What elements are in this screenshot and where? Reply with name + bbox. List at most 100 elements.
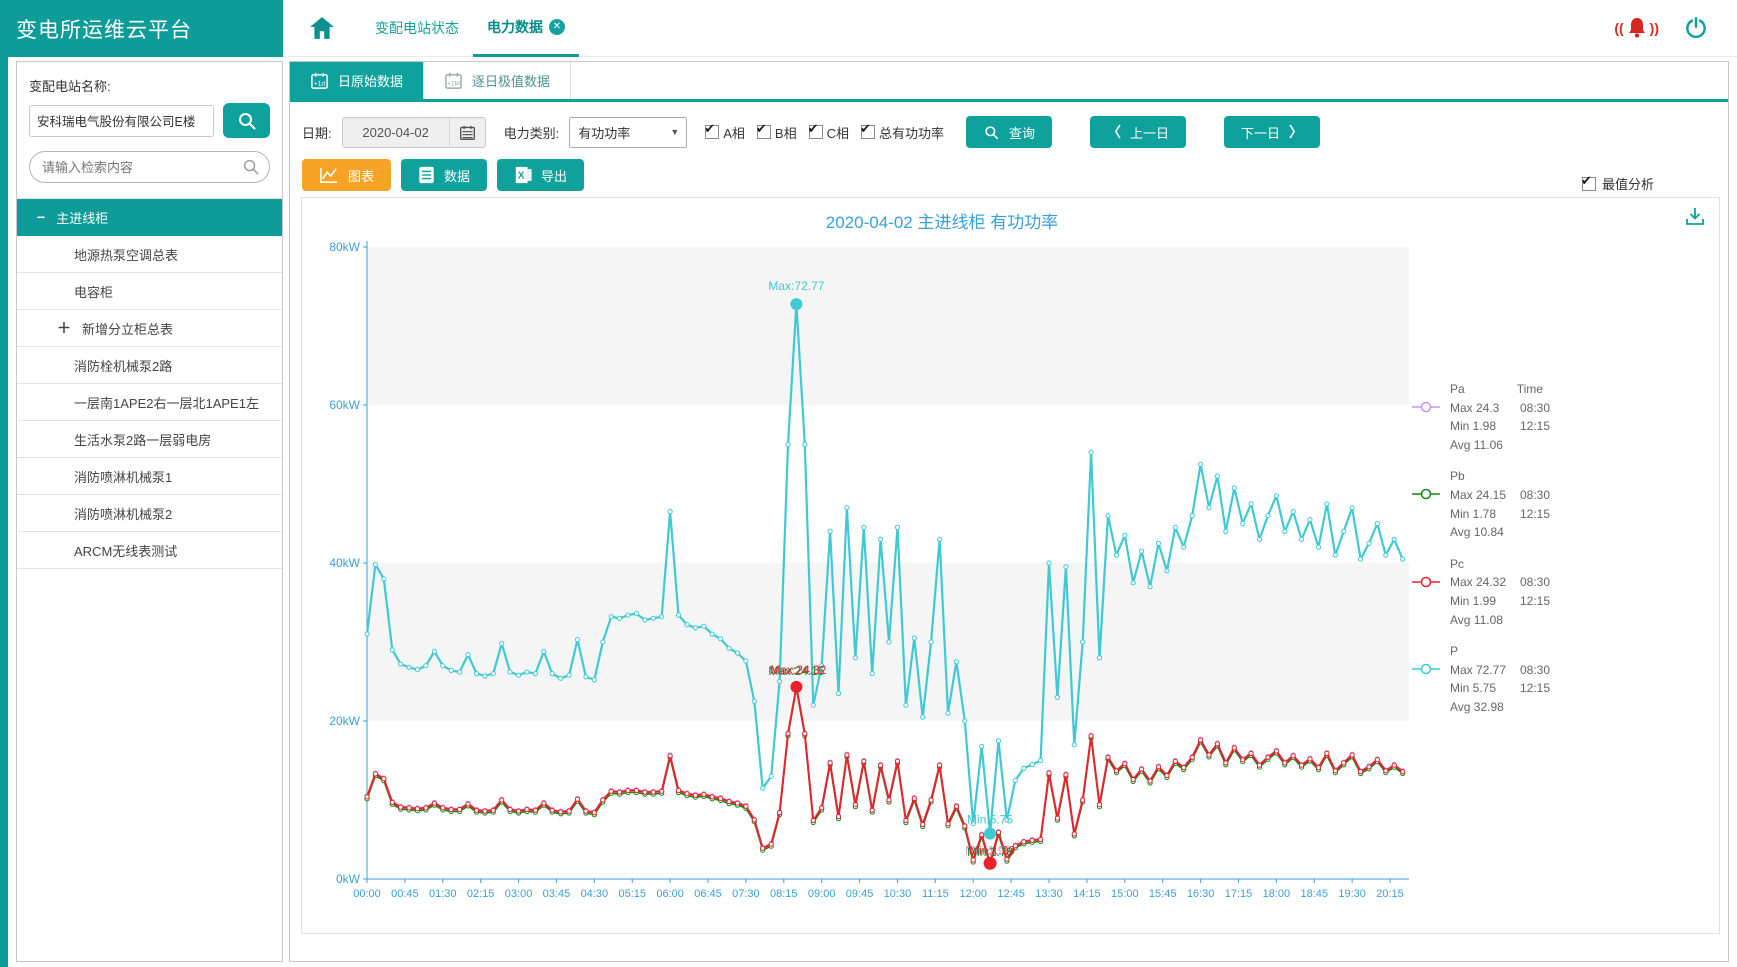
data-point-marker — [828, 529, 832, 533]
legend-stat-row: Max 24.1508:30 — [1450, 486, 1590, 505]
next-day-button[interactable]: 下一日 〉 — [1224, 116, 1320, 148]
tab-power-data[interactable]: 电力数据 ✕ — [473, 0, 579, 57]
tree-item[interactable]: 消防栓机械泵2路 — [17, 347, 282, 384]
phase-checkbox[interactable]: ✔ A相 — [705, 123, 745, 142]
data-point-marker — [1199, 738, 1203, 742]
data-point-marker — [786, 732, 790, 736]
query-button[interactable]: 查询 — [966, 116, 1052, 148]
tab-close-icon[interactable]: ✕ — [549, 19, 565, 35]
data-point-marker — [365, 632, 369, 636]
checkbox-box[interactable]: ✔ — [1582, 177, 1596, 191]
data-point-marker — [870, 808, 874, 812]
checkbox-label: A相 — [723, 123, 745, 142]
checkbox-label: C相 — [827, 123, 849, 142]
checkbox-box[interactable]: ✔ — [757, 125, 771, 139]
tree-search-input[interactable] — [29, 151, 270, 183]
tree-item[interactable]: 消防喷淋机械泵2 — [17, 495, 282, 532]
date-picker-button[interactable] — [449, 118, 485, 147]
data-point-marker — [1375, 758, 1379, 762]
data-point-marker — [836, 691, 840, 695]
data-point-marker — [634, 612, 638, 616]
checkbox-box[interactable]: ✔ — [705, 125, 719, 139]
date-input[interactable] — [343, 118, 449, 147]
expand-icon[interactable]: ＋ — [57, 318, 71, 338]
phase-checkbox[interactable]: ✔B相 — [757, 123, 797, 142]
checkbox-box[interactable]: ✔ — [861, 125, 875, 139]
data-point-marker — [390, 800, 394, 804]
legend-entry-P: PMax 72.7708:30Min 5.7512:15Avg 32.98 — [1450, 642, 1590, 716]
extreme-point-dot — [984, 857, 997, 870]
tree-item[interactable]: ＋新增分立柜总表 — [17, 310, 282, 347]
chart-stats-legend: PaTimeMax 24.308:30Min 1.9812:15Avg 11.0… — [1450, 380, 1590, 730]
data-point-marker — [525, 807, 529, 811]
data-point-marker — [727, 646, 731, 650]
data-point-marker — [1165, 773, 1169, 777]
data-point-marker — [1055, 695, 1059, 699]
data-point-marker — [1207, 506, 1211, 510]
data-point-marker — [929, 640, 933, 644]
x-axis-tick-label: 03:45 — [543, 888, 571, 900]
data-point-marker — [491, 672, 495, 676]
tree-item[interactable]: −主进线柜 — [17, 199, 282, 236]
tree-item-label: 一层南1APE2右一层北1APE1左 — [74, 393, 259, 412]
data-point-marker — [1047, 771, 1051, 775]
data-point-marker — [1140, 767, 1144, 771]
home-button[interactable] — [309, 16, 335, 40]
data-point-marker — [727, 800, 731, 804]
data-point-marker — [466, 653, 470, 657]
subtab-daily-raw-data[interactable]: +1d 日原始数据 — [290, 62, 423, 99]
data-point-marker — [811, 703, 815, 707]
checkbox-box[interactable]: ✔ — [809, 125, 823, 139]
x-axis-tick-label: 17:15 — [1225, 888, 1253, 900]
x-axis-tick-label: 09:00 — [808, 888, 836, 900]
data-point-marker — [1257, 537, 1261, 541]
subtab-daily-extreme-data[interactable]: +1M 逐日极值数据 — [423, 62, 571, 99]
data-point-marker — [542, 649, 546, 653]
data-point-marker — [853, 803, 857, 807]
data-point-marker — [1165, 569, 1169, 573]
sidebar: 变配电站名称: −主进线柜地源热泵空调总表电容柜＋新增分立柜总表消防栓机械泵2路… — [16, 61, 283, 962]
data-point-marker — [668, 510, 672, 514]
data-point-marker — [938, 537, 942, 541]
tree-item[interactable]: 一层南1APE2右一层北1APE1左 — [17, 384, 282, 421]
data-point-marker — [483, 809, 487, 813]
data-point-marker — [592, 811, 596, 815]
data-point-marker — [1291, 754, 1295, 758]
extreme-point-dot — [790, 681, 802, 693]
data-point-marker — [500, 642, 504, 646]
chevron-down-icon: ▼ — [670, 127, 679, 137]
data-point-marker — [744, 659, 748, 663]
power-icon — [1683, 15, 1709, 41]
x-axis-tick-label: 12:00 — [959, 888, 987, 900]
logout-power-button[interactable] — [1683, 15, 1709, 41]
prev-day-button[interactable]: 〈 上一日 — [1090, 116, 1186, 148]
data-point-marker — [912, 636, 916, 640]
data-view-button[interactable]: 数据 — [401, 159, 487, 191]
data-point-marker — [1081, 798, 1085, 802]
chevron-left-icon: 〈 — [1107, 122, 1121, 142]
data-point-marker — [1106, 514, 1110, 518]
phase-checkbox[interactable]: ✔ C相 — [809, 123, 849, 142]
download-chart-button[interactable] — [1685, 206, 1705, 231]
power-type-select[interactable]: 有功功率 ▼ — [569, 117, 687, 148]
station-search-button[interactable] — [223, 103, 270, 138]
tab-station-status[interactable]: 变配电站状态 — [361, 0, 473, 57]
legend-entry-Pb: PbMax 24.1508:30Min 1.7812:15Avg 10.84 — [1450, 467, 1590, 541]
alarm-bell-button[interactable]: (( )) — [1614, 15, 1659, 41]
data-point-marker — [685, 792, 689, 796]
button-label: 导出 — [541, 166, 567, 185]
x-axis-tick-label: 09:45 — [846, 888, 874, 900]
chart-view-button[interactable]: 图表 — [302, 159, 391, 191]
station-name-input[interactable] — [29, 105, 214, 137]
phase-checkbox[interactable]: ✔总有功功率 — [861, 123, 944, 142]
tree-item[interactable]: 电容柜 — [17, 273, 282, 310]
max-analysis-checkbox[interactable]: ✔ 最值分析 — [1582, 174, 1654, 193]
data-point-marker — [1013, 778, 1017, 782]
tree-item[interactable]: ARCM无线表测试 — [17, 532, 282, 569]
tree-item[interactable]: 地源热泵空调总表 — [17, 236, 282, 273]
collapse-icon[interactable]: − — [37, 209, 45, 225]
export-button[interactable]: X 导出 — [497, 159, 584, 191]
tree-item[interactable]: 消防喷淋机械泵1 — [17, 458, 282, 495]
data-point-marker — [1316, 545, 1320, 549]
tree-item[interactable]: 生活水泵2路一层弱电房 — [17, 421, 282, 458]
